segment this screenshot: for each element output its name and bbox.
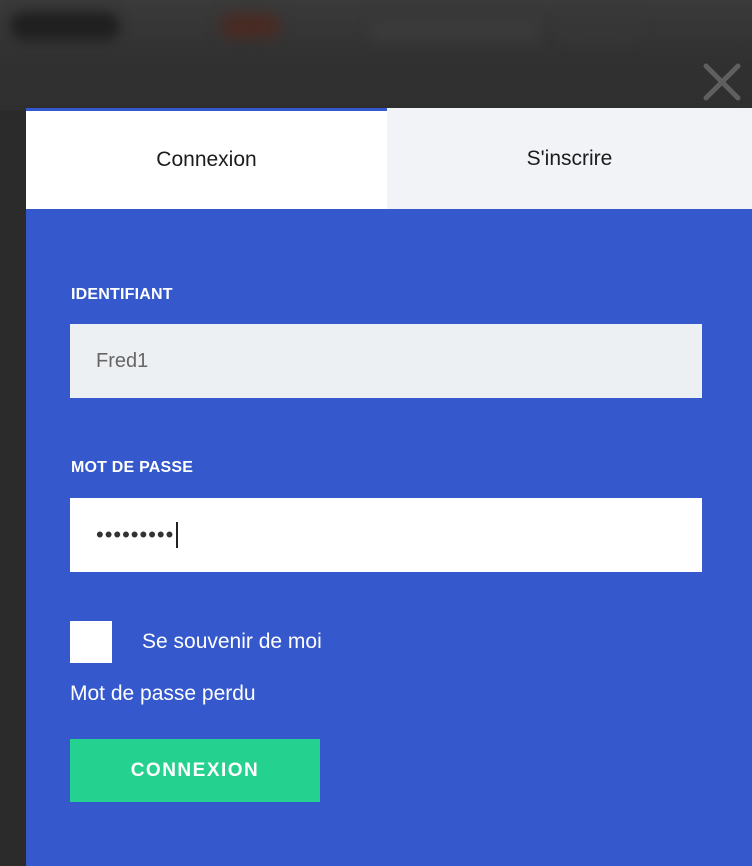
remember-me-row: Se souvenir de moi <box>70 621 322 663</box>
password-field[interactable]: ••••••••• <box>70 498 702 572</box>
password-label: MOT DE PASSE <box>71 459 194 476</box>
login-modal: Connexion S'inscrire IDENTIFIANT MOT DE … <box>26 108 752 866</box>
password-masked-value: ••••••••• <box>96 522 175 547</box>
close-icon <box>703 63 741 101</box>
blurred-background <box>0 0 752 110</box>
auth-tabs: Connexion S'inscrire <box>26 108 752 209</box>
tab-login[interactable]: Connexion <box>26 108 387 209</box>
tab-register[interactable]: S'inscrire <box>387 108 752 209</box>
close-button[interactable] <box>694 56 744 106</box>
background-shape <box>220 14 280 38</box>
login-screen: Connexion S'inscrire IDENTIFIANT MOT DE … <box>0 0 752 866</box>
remember-me-label: Se souvenir de moi <box>142 630 322 653</box>
submit-label: CONNEXION <box>130 759 260 781</box>
background-shape <box>0 60 752 100</box>
login-submit-button[interactable]: CONNEXION <box>70 739 320 802</box>
tab-login-label: Connexion <box>156 148 257 171</box>
tab-register-label: S'inscrire <box>526 146 613 170</box>
background-shape <box>10 12 120 40</box>
background-shape <box>370 20 540 42</box>
username-label: IDENTIFIANT <box>71 286 173 303</box>
text-caret <box>176 522 179 548</box>
username-field[interactable] <box>70 324 702 398</box>
background-shape <box>560 18 640 40</box>
forgot-password-link[interactable]: Mot de passe perdu <box>70 682 256 706</box>
remember-me-checkbox[interactable] <box>70 621 112 663</box>
